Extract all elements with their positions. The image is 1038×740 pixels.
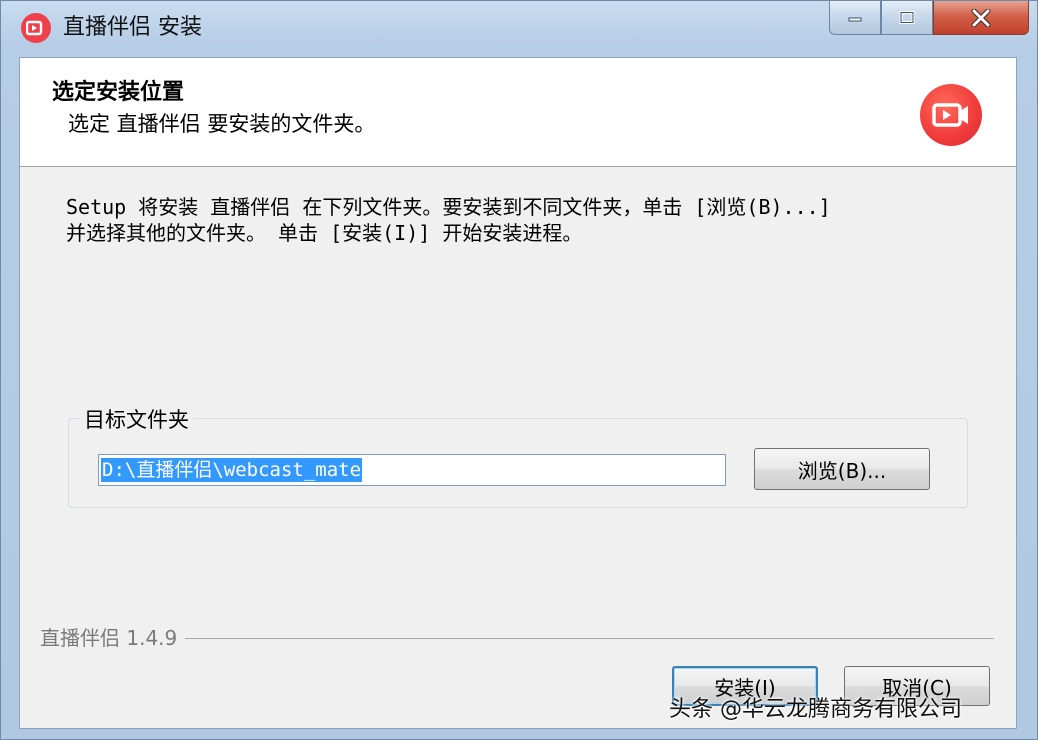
client-area: 选定安装位置 选定 直播伴侣 要安装的文件夹。 Setup 将安装 直播伴侣 在… xyxy=(19,57,1017,729)
description-line-2: 并选择其他的文件夹。 单击 [安装(I)] 开始安装进程。 xyxy=(66,221,583,245)
close-icon xyxy=(971,8,991,27)
app-logo-icon xyxy=(21,13,51,43)
window-controls xyxy=(829,1,1029,35)
page-subtitle: 选定 直播伴侣 要安装的文件夹。 xyxy=(68,112,376,136)
browse-button[interactable]: 浏览(B)... xyxy=(754,448,930,490)
camera-play-icon xyxy=(920,84,982,146)
destination-group-label: 目标文件夹 xyxy=(80,404,193,434)
close-button[interactable] xyxy=(933,1,1029,35)
install-description: Setup 将安装 直播伴侣 在下列文件夹。要安装到不同文件夹，单击 [浏览(B… xyxy=(66,194,831,246)
destination-path-input[interactable]: D:\直播伴侣\webcast_mate xyxy=(98,454,726,486)
maximize-button[interactable] xyxy=(881,1,933,35)
watermark-text: 头条 @华云龙腾商务有限公司 xyxy=(669,697,962,722)
minimize-icon xyxy=(848,17,862,21)
page-title: 选定安装位置 xyxy=(52,80,185,105)
installer-window: 直播伴侣 安装 选定安装位置 选定 直播伴侣 要安装的文件夹。 Setup 将安… xyxy=(0,0,1038,740)
minimize-button[interactable] xyxy=(829,1,881,35)
window-title: 直播伴侣 安装 xyxy=(63,15,202,40)
title-bar[interactable]: 直播伴侣 安装 xyxy=(1,1,1037,53)
description-line-1: Setup 将安装 直播伴侣 在下列文件夹。要安装到不同文件夹，单击 [浏览(B… xyxy=(66,195,831,219)
maximize-icon xyxy=(899,10,915,24)
brand-version-label: 直播伴侣 1.4.9 xyxy=(40,622,186,651)
destination-path-value: D:\直播伴侣\webcast_mate xyxy=(101,458,363,482)
header-panel: 选定安装位置 选定 直播伴侣 要安装的文件夹。 xyxy=(20,58,1016,167)
